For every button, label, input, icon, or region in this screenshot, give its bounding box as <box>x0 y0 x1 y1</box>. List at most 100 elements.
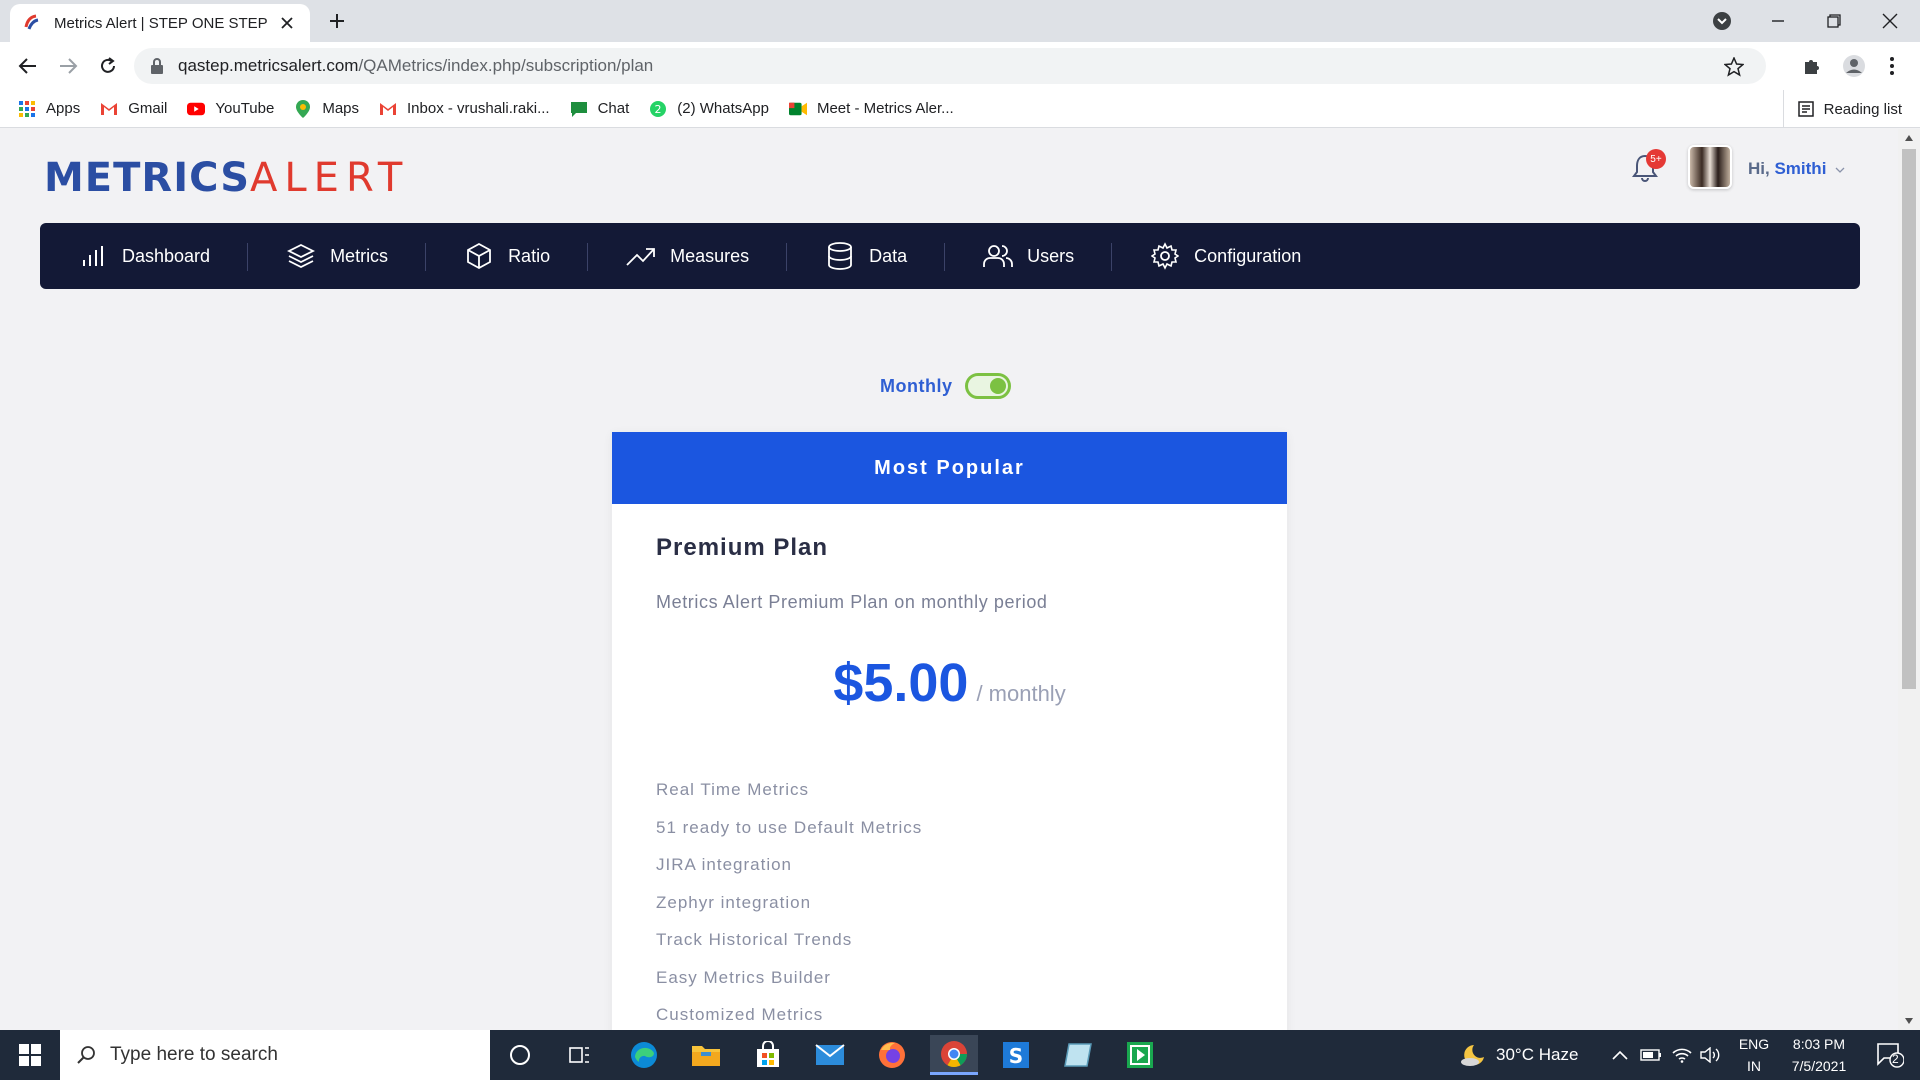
nav-item-dashboard[interactable]: Dashboard <box>78 223 249 289</box>
maps-pin-icon <box>294 99 312 118</box>
browser-tab[interactable]: Metrics Alert | STEP ONE STEP AHEAD <box>10 4 310 42</box>
plan-price: $5.00 <box>833 653 969 713</box>
feature-item: Customized Metrics <box>656 1005 824 1024</box>
store-icon[interactable] <box>744 1035 792 1075</box>
chrome-icon[interactable] <box>930 1035 978 1075</box>
show-hidden-icons-chevron-icon[interactable] <box>1612 1030 1628 1080</box>
user-menu[interactable]: Hi, Smithi <box>1748 159 1845 179</box>
page-content: METRICSALERT 5+ Hi, Smithi Dashboard Met… <box>0 129 1898 1030</box>
notification-badge: 5+ <box>1646 149 1666 169</box>
toggle-knob <box>989 378 1006 394</box>
plan-description: Metrics Alert Premium Plan on monthly pe… <box>656 592 1048 612</box>
feature-item: Zephyr integration <box>656 892 812 912</box>
reading-list-button[interactable]: Reading list <box>1782 90 1902 128</box>
file-explorer-icon[interactable] <box>682 1035 730 1075</box>
reload-icon[interactable] <box>94 52 122 80</box>
lock-icon <box>151 58 163 74</box>
scroll-down-icon[interactable] <box>1898 1012 1920 1030</box>
metricsalert-logo[interactable]: METRICSALERT <box>44 155 409 201</box>
weather-widget[interactable]: 30°C Haze <box>1460 1030 1578 1080</box>
chat-icon <box>570 100 588 118</box>
bookmark-meet[interactable]: Meet - Metrics Aler... <box>788 100 954 118</box>
feature-list: Real Time Metrics 51 ready to use Defaul… <box>656 780 922 1030</box>
meet-icon <box>788 100 807 118</box>
windows-taskbar: Type here to search S 30°C Haze ENG IN 8… <box>0 1030 1920 1080</box>
bookmark-gmail[interactable]: Gmail <box>100 100 167 118</box>
bookmark-whatsapp[interactable]: 2 (2) WhatsApp <box>649 100 769 118</box>
nav-item-users[interactable]: Users <box>983 223 1113 289</box>
cube-icon <box>464 241 494 271</box>
media-player-icon[interactable] <box>1116 1035 1164 1075</box>
billing-period-toggle[interactable] <box>964 373 1011 399</box>
tab-search-icon[interactable] <box>1694 0 1750 42</box>
task-view-icon[interactable] <box>556 1035 604 1075</box>
windows-start-icon[interactable] <box>0 1030 60 1080</box>
wifi-icon[interactable] <box>1672 1030 1692 1080</box>
browser-tabstrip: Metrics Alert | STEP ONE STEP AHEAD <box>0 0 1920 42</box>
tab-title: Metrics Alert | STEP ONE STEP AHEAD <box>54 14 270 32</box>
minimize-icon[interactable] <box>1750 0 1806 42</box>
profile-avatar-icon[interactable] <box>1840 52 1868 80</box>
browser-toolbar: qastep.metricsalert.com/QAMetrics/index.… <box>0 42 1920 90</box>
skype-for-business-icon[interactable]: S <box>992 1035 1040 1075</box>
mail-icon[interactable] <box>806 1035 854 1075</box>
edge-browser-icon[interactable] <box>620 1035 668 1075</box>
whatsapp-icon: 2 <box>649 100 667 118</box>
address-bar[interactable]: qastep.metricsalert.com/QAMetrics/index.… <box>134 48 1766 84</box>
plan-card: Most Popular Premium Plan Metrics Alert … <box>612 432 1287 1030</box>
user-avatar[interactable] <box>1688 145 1732 189</box>
svg-text:2: 2 <box>655 103 662 116</box>
forward-arrow-icon[interactable] <box>54 52 82 80</box>
bookmark-maps[interactable]: Maps <box>294 99 359 118</box>
close-window-icon[interactable] <box>1862 0 1918 42</box>
bookmark-youtube[interactable]: YouTube <box>187 100 274 118</box>
new-tab-button[interactable] <box>324 8 350 34</box>
cortana-icon[interactable] <box>496 1035 544 1075</box>
scrollbar-thumb[interactable] <box>1902 149 1916 689</box>
bookmark-inbox[interactable]: Inbox - vrushali.raki... <box>379 100 550 118</box>
most-popular-banner: Most Popular <box>612 432 1287 504</box>
extensions-puzzle-icon[interactable] <box>1798 52 1826 80</box>
feature-item: Easy Metrics Builder <box>656 967 831 987</box>
action-center-icon[interactable]: 2 <box>1870 1030 1910 1080</box>
page-scrollbar[interactable] <box>1898 129 1920 1030</box>
firefox-icon[interactable] <box>868 1035 916 1075</box>
nav-item-measures[interactable]: Measures <box>626 223 788 289</box>
users-icon <box>983 241 1014 271</box>
feature-item: JIRA integration <box>656 855 793 874</box>
main-navigation: Dashboard Metrics Ratio Measures Data Us… <box>40 223 1860 289</box>
volume-icon[interactable] <box>1700 1030 1722 1080</box>
plan-name: Premium Plan <box>656 534 829 561</box>
close-tab-icon[interactable] <box>276 12 298 34</box>
taskbar-search-input[interactable]: Type here to search <box>60 1030 490 1080</box>
restore-icon[interactable] <box>1806 0 1862 42</box>
language-indicator[interactable]: ENG IN <box>1734 1030 1774 1080</box>
nav-item-configuration[interactable]: Configuration <box>1150 223 1339 289</box>
back-arrow-icon[interactable] <box>14 52 42 80</box>
action-center-count: 2 <box>1892 1052 1899 1066</box>
scroll-up-icon[interactable] <box>1898 129 1920 147</box>
bookmark-chat[interactable]: Chat <box>570 100 629 118</box>
bookmark-star-icon[interactable] <box>1724 57 1744 77</box>
metricsalert-favicon-icon <box>24 14 39 30</box>
browser-menu-icon[interactable] <box>1878 52 1906 80</box>
youtube-icon <box>187 100 206 118</box>
snipping-tool-icon[interactable] <box>1054 1035 1102 1075</box>
feature-item: Track Historical Trends <box>656 930 853 949</box>
gear-icon <box>1150 241 1180 271</box>
bookmarks-bar: Apps Gmail YouTube Maps Inbox - vrushali… <box>0 90 1920 128</box>
bookmark-apps[interactable]: Apps <box>18 100 80 118</box>
plan-period: / monthly <box>976 681 1066 706</box>
clock[interactable]: 8:03 PM 7/5/2021 <box>1782 1030 1856 1080</box>
nav-item-ratio[interactable]: Ratio <box>464 223 589 289</box>
weather-moon-icon <box>1461 1045 1484 1066</box>
billing-period-label: Monthly <box>880 375 953 396</box>
nav-item-metrics[interactable]: Metrics <box>286 223 427 289</box>
search-icon <box>77 1046 95 1064</box>
gmail-icon <box>379 100 397 118</box>
feature-item: 51 ready to use Default Metrics <box>656 817 923 837</box>
billing-period-toggle-row: Monthly <box>880 373 1011 399</box>
price-row: $5.00 / monthly <box>612 652 1287 714</box>
nav-item-data[interactable]: Data <box>825 223 946 289</box>
battery-icon[interactable] <box>1640 1030 1662 1080</box>
